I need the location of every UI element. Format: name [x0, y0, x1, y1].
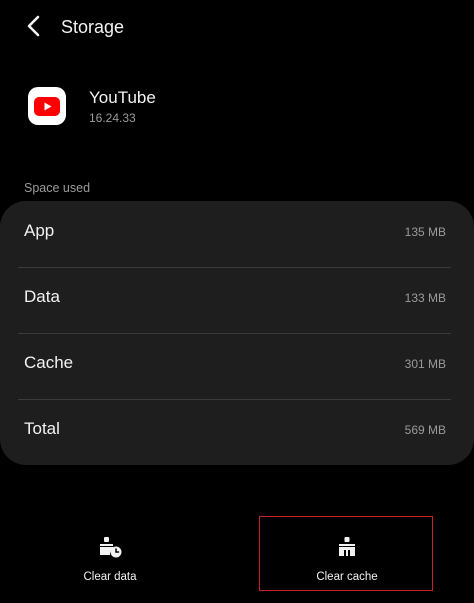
page-title: Storage [61, 17, 125, 37]
section-label-space-used: Space used [24, 181, 91, 195]
storage-row-app: App 135 MB [0, 201, 474, 267]
chevron-left-icon [27, 15, 40, 37]
row-value: 133 MB [404, 291, 446, 305]
highlight-box [259, 516, 433, 591]
clear-data-button[interactable]: Clear data [22, 517, 198, 593]
row-label: Total [24, 419, 60, 438]
storage-row-total: Total 569 MB [0, 399, 474, 465]
storage-row-cache: Cache 301 MB [0, 333, 474, 399]
app-version: 16.24.33 [89, 111, 136, 125]
clear-data-icon [100, 537, 122, 558]
storage-row-data: Data 133 MB [0, 267, 474, 333]
row-value: 569 MB [404, 423, 446, 437]
clear-data-label: Clear data [83, 571, 137, 583]
youtube-icon [28, 87, 66, 125]
app-name: YouTube [89, 88, 156, 107]
back-button[interactable] [18, 10, 50, 42]
row-value: 301 MB [404, 357, 446, 371]
row-label: Cache [24, 353, 74, 372]
row-label: App [24, 221, 55, 240]
row-label: Data [24, 287, 60, 306]
row-value: 135 MB [404, 225, 446, 239]
app-info: YouTube 16.24.33 [0, 78, 474, 138]
storage-card: App 135 MB Data 133 MB Cache 301 MB Tota… [0, 201, 474, 465]
top-app-bar: Storage [0, 0, 474, 56]
